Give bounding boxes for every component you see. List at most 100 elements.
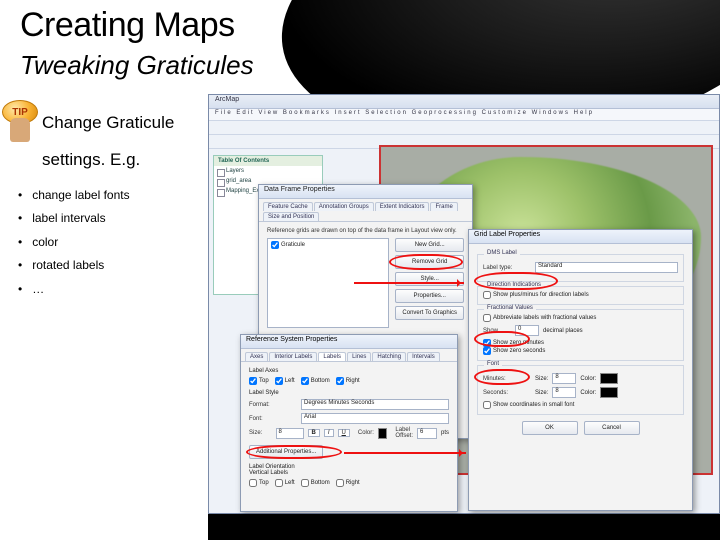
zero-sec-checkbox[interactable] (483, 347, 491, 355)
tab[interactable]: Axes (245, 352, 268, 361)
grid-list-item[interactable]: Graticule (281, 242, 305, 248)
tab[interactable]: Size and Position (263, 212, 319, 221)
highlight-additional-props (246, 445, 342, 459)
seconds-label: Seconds: (483, 390, 531, 396)
bottom-label: Bottom (311, 378, 330, 384)
right-checkbox[interactable] (336, 377, 344, 385)
dialog-body: Label Axes Top Left Bottom Right Label S… (241, 362, 457, 498)
left-label: Left (285, 378, 295, 384)
label-axes-label: Label Axes (249, 368, 449, 374)
dialog-tabs[interactable]: Axes Interior Labels Labels Lines Hatchi… (241, 349, 457, 362)
small-font-checkbox[interactable] (483, 401, 491, 409)
bold-button[interactable]: B (308, 429, 320, 437)
tab[interactable]: Hatching (372, 352, 406, 361)
tab[interactable]: Lines (347, 352, 371, 361)
size-label: Size: (249, 430, 272, 436)
top-checkbox[interactable] (249, 377, 257, 385)
toc-item[interactable]: Layers (214, 166, 322, 176)
cancel-button[interactable]: Cancel (584, 421, 640, 435)
vertical-labels-label: Vertical Labels (249, 470, 449, 476)
arcmap-menubar[interactable]: File Edit View Bookmarks Insert Selectio… (209, 109, 719, 121)
screenshot-area: ArcMap File Edit View Bookmarks Insert S… (208, 94, 720, 540)
ok-button[interactable]: OK (522, 421, 578, 435)
format-select[interactable]: Degrees Minutes Seconds (301, 399, 449, 410)
convert-button[interactable]: Convert To Graphics (395, 306, 464, 320)
direction-option-label: Show plus/minus for direction labels (493, 292, 589, 298)
dialog-tabs[interactable]: Feature Cache Annotation Groups Extent I… (259, 199, 472, 222)
sec-color-swatch[interactable] (600, 387, 618, 398)
v-right-checkbox[interactable] (336, 479, 344, 487)
right-label: Right (346, 378, 360, 384)
bullet-item: color (18, 231, 130, 254)
arrow-to-dlg3 (354, 282, 464, 284)
bullet-list: change label fonts label intervals color… (18, 184, 130, 301)
bullet-item: rotated labels (18, 254, 130, 277)
decimals-label: decimal places (543, 328, 583, 334)
properties-button[interactable]: Properties... (395, 289, 464, 303)
group-title: Font (484, 361, 502, 367)
label-type-select[interactable]: Standard (535, 262, 678, 273)
thumb-icon (10, 118, 30, 142)
v-left-label: Left (285, 480, 295, 486)
direction-checkbox[interactable] (483, 291, 491, 299)
tab[interactable]: Feature Cache (263, 202, 313, 211)
sec-size-input[interactable]: 8 (552, 387, 576, 398)
min-size-input[interactable]: 8 (552, 373, 576, 384)
v-top-label: Top (259, 480, 269, 486)
grid-checkbox[interactable] (271, 241, 279, 249)
min-color-label: Color: (580, 376, 596, 382)
italic-button[interactable]: I (324, 429, 334, 437)
arcmap-titlebar: ArcMap (209, 95, 719, 109)
top-label: Top (259, 378, 269, 384)
color-swatch[interactable] (378, 428, 388, 439)
tab[interactable]: Frame (430, 202, 457, 211)
left-checkbox[interactable] (275, 377, 283, 385)
font-label: Font: (249, 416, 297, 422)
v-bottom-checkbox[interactable] (301, 479, 309, 487)
bullet-item: … (18, 278, 130, 301)
arrow-addl-to-dlg3 (344, 452, 466, 454)
underline-button[interactable]: U (338, 429, 350, 437)
reference-system-properties-dialog: Reference System Properties Axes Interio… (240, 334, 458, 512)
offset-input[interactable]: 6 (417, 428, 437, 439)
v-top-checkbox[interactable] (249, 479, 257, 487)
label-style-label: Label Style (249, 390, 449, 396)
tab[interactable]: Extent Indicators (375, 202, 430, 211)
highlight-zero-sec (474, 369, 530, 385)
small-font-label: Show coordinates in small font (493, 402, 574, 408)
tab[interactable]: Interior Labels (269, 352, 317, 361)
highlight-direction (474, 272, 558, 290)
sec-size-label: Size: (535, 390, 548, 396)
dialog-titlebar: Reference System Properties (241, 335, 457, 349)
format-label: Format: (249, 402, 297, 408)
fractional-option-label: Abbreviate labels with fractional values (493, 315, 596, 321)
bullet-item: label intervals (18, 207, 130, 230)
v-bottom-label: Bottom (311, 480, 330, 486)
v-right-label: Right (346, 480, 360, 486)
tab-labels[interactable]: Labels (318, 352, 346, 361)
toc-header: Table Of Contents (214, 156, 322, 166)
bottom-checkbox[interactable] (301, 377, 309, 385)
lead-text: Change Graticule settings. E.g. (42, 104, 212, 179)
sec-color-label: Color: (580, 390, 596, 396)
highlight-properties (389, 254, 463, 270)
new-grid-button[interactable]: New Grid... (395, 238, 464, 252)
font-select[interactable]: Arial (301, 413, 449, 424)
slide-subtitle: Tweaking Graticules (20, 50, 254, 81)
pts-label: pts (441, 430, 449, 436)
slide-title: Creating Maps (20, 6, 235, 45)
size-input[interactable]: 8 (276, 428, 304, 439)
label-type-label: Label type: (483, 265, 531, 271)
dialog-titlebar: Grid Label Properties (469, 230, 692, 244)
highlight-zero-min (474, 331, 530, 347)
min-size-label: Size: (535, 376, 548, 382)
tab[interactable]: Annotation Groups (314, 202, 374, 211)
zero-sec-label: Show zero seconds (493, 348, 545, 354)
arcmap-toolbar[interactable] (209, 121, 719, 135)
grids-hint: Reference grids are drawn on top of the … (267, 228, 464, 234)
tip-badge: TIP (0, 100, 40, 136)
v-left-checkbox[interactable] (275, 479, 283, 487)
tab[interactable]: Intervals (407, 352, 440, 361)
min-color-swatch[interactable] (600, 373, 618, 384)
fractional-checkbox[interactable] (483, 314, 491, 322)
